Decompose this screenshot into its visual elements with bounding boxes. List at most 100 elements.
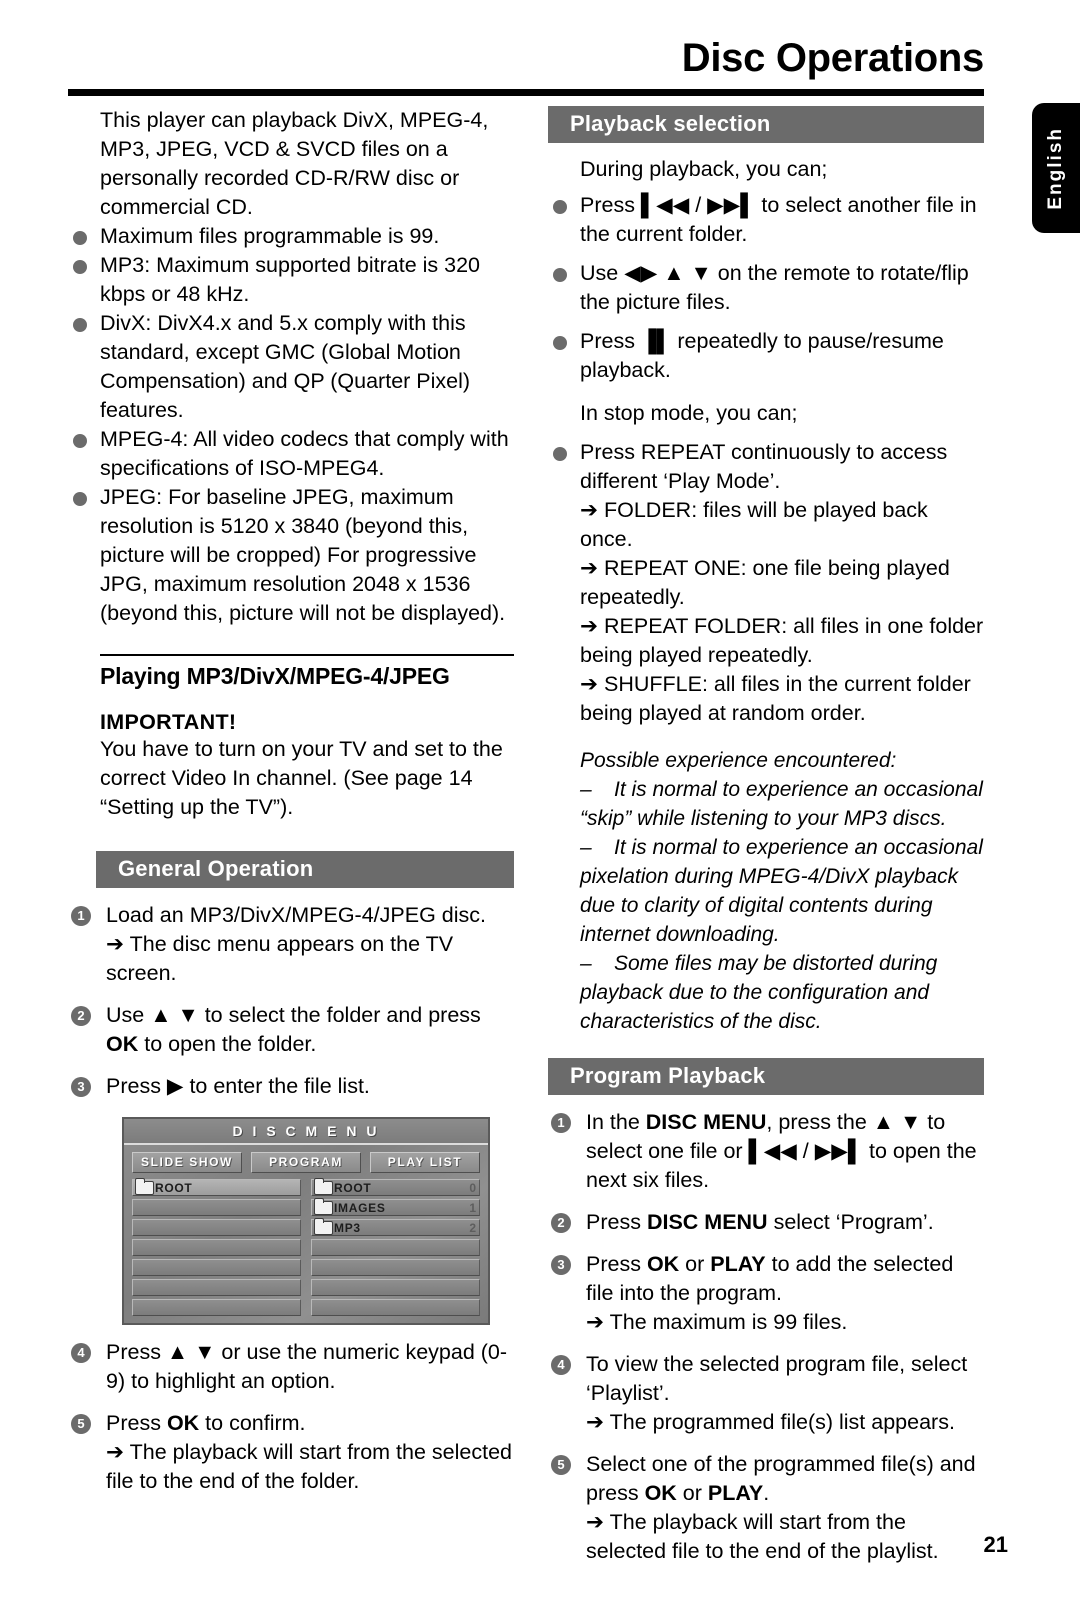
disc-menu-row[interactable] bbox=[132, 1259, 301, 1276]
list-item: 4 Press ▲ ▼ or use the numeric keypad (0… bbox=[68, 1338, 514, 1396]
disc-menu-row[interactable] bbox=[311, 1239, 480, 1256]
list-item: MP3: Maximum supported bitrate is 320 kb… bbox=[68, 251, 514, 309]
disc-menu-row[interactable] bbox=[132, 1219, 301, 1236]
step-text-run: Press ▲ ▼ or use the numeric keypad (0-9… bbox=[106, 1340, 508, 1393]
list-item: Maximum files programmable is 99. bbox=[68, 222, 514, 251]
disc-menu-row-count: 1 bbox=[469, 1200, 476, 1215]
list-item: 2 Press DISC MENU select ‘Program’. bbox=[548, 1208, 984, 1237]
list-item: Use ◀▶ ▲ ▼ on the remote to rotate/flip … bbox=[548, 259, 984, 317]
disc-menu-screenshot: D I S C M E N U SLIDE SHOW PROGRAM PLAY … bbox=[122, 1117, 490, 1325]
disc-menu-button-row: SLIDE SHOW PROGRAM PLAY LIST bbox=[124, 1145, 488, 1173]
program-playback-steps: 1 In the DISC MENU, press the ▲ ▼ to sel… bbox=[548, 1108, 984, 1566]
step-sub-note: ➔ The maximum is 99 files. bbox=[586, 1310, 848, 1334]
possible-experience-item: – Some files may be distorted during play… bbox=[580, 949, 984, 1036]
step-number-badge: 1 bbox=[71, 906, 91, 926]
during-playback-lead: During playback, you can; bbox=[580, 157, 828, 181]
list-item: 1 Load an MP3/DivX/MPEG-4/JPEG disc. ➔ T… bbox=[68, 901, 514, 988]
bullet-dot-icon bbox=[73, 492, 87, 506]
step-number-badge: 4 bbox=[551, 1355, 571, 1375]
disc-menu-row[interactable]: IMAGES 1 bbox=[311, 1197, 480, 1216]
step-text: Press DISC MENU select ‘Program’. bbox=[586, 1210, 934, 1234]
list-item: Press ▌◀◀ / ▶▶▌ to select another file i… bbox=[548, 191, 984, 249]
step-text: Select one of the programmed file(s) and… bbox=[586, 1452, 976, 1505]
disc-menu-row-count: 2 bbox=[469, 1220, 476, 1235]
step-number-badge: 2 bbox=[71, 1006, 91, 1026]
disc-menu-row[interactable] bbox=[132, 1279, 301, 1296]
emphasized-key-label: OK bbox=[166, 1411, 200, 1435]
disc-menu-row-label: MP3 bbox=[334, 1220, 361, 1235]
disc-menu-row[interactable] bbox=[311, 1299, 480, 1316]
step-text: Press OK to confirm. bbox=[106, 1411, 306, 1435]
list-item-label: MP3: Maximum supported bitrate is 320 kb… bbox=[100, 253, 480, 306]
step-text-run: select ‘Program’. bbox=[767, 1210, 934, 1234]
folder-icon bbox=[314, 1217, 333, 1235]
disc-menu-left-pane: ROOT bbox=[132, 1177, 301, 1319]
step-number-badge: 5 bbox=[71, 1414, 91, 1434]
list-item-label: JPEG: For baseline JPEG, maximum resolut… bbox=[100, 485, 506, 625]
step-sub-note: ➔ The playback will start from the selec… bbox=[106, 1440, 512, 1493]
feature-bullet-list: Maximum files programmable is 99. MP3: M… bbox=[68, 222, 514, 628]
section-bar-program-playback: Program Playback bbox=[548, 1058, 984, 1095]
list-item: MPEG-4: All video codecs that comply wit… bbox=[68, 425, 514, 483]
list-item: 2 Use ▲ ▼ to select the folder and press… bbox=[68, 1001, 514, 1059]
disc-menu-row[interactable]: MP3 2 bbox=[311, 1217, 480, 1236]
disc-menu-row[interactable] bbox=[132, 1299, 301, 1316]
section-bar-label: Playback selection bbox=[570, 111, 771, 136]
list-item: 3 Press ▶ to enter the file list. bbox=[68, 1072, 514, 1101]
emphasized-key-label: DISC MENU bbox=[645, 1110, 767, 1134]
disc-menu-row[interactable] bbox=[132, 1199, 301, 1216]
emphasized-key-label: OK bbox=[646, 1252, 680, 1276]
step-text: Press ▶ to enter the file list. bbox=[106, 1074, 370, 1098]
list-item: 5 Select one of the programmed file(s) a… bbox=[548, 1450, 984, 1566]
step-text: Press ▲ ▼ or use the numeric keypad (0-9… bbox=[106, 1340, 507, 1393]
bullet-dot-icon bbox=[73, 318, 87, 332]
disc-menu-row[interactable] bbox=[311, 1259, 480, 1276]
section-bar-general-operation: General Operation bbox=[96, 851, 514, 888]
list-item: DivX: DivX4.x and 5.x comply with this s… bbox=[68, 309, 514, 425]
disc-menu-row-count: 0 bbox=[469, 1180, 476, 1195]
list-item-label: Use ◀▶ ▲ ▼ on the remote to rotate/flip … bbox=[580, 261, 969, 314]
step-number-badge: 2 bbox=[551, 1213, 571, 1233]
play-list-button[interactable]: PLAY LIST bbox=[370, 1152, 480, 1173]
disc-menu-titlebar: D I S C M E N U bbox=[124, 1119, 488, 1145]
bullet-dot-icon bbox=[73, 434, 87, 448]
list-item-label: Press ▌◀◀ / ▶▶▌ to select another file i… bbox=[580, 193, 977, 246]
step-text-run: To view the selected program file, selec… bbox=[586, 1352, 968, 1405]
possible-experience-item: – It is normal to experience an occasiona… bbox=[580, 775, 984, 833]
play-mode-shuffle: ➔ SHUFFLE: all files in the current fold… bbox=[580, 672, 971, 725]
step-text: Use ▲ ▼ to select the folder and press O… bbox=[106, 1003, 481, 1056]
emphasized-key-label: PLAY bbox=[707, 1481, 764, 1505]
important-block: IMPORTANT! You have to turn on your TV a… bbox=[68, 710, 514, 822]
important-text: You have to turn on your TV and set to t… bbox=[100, 737, 503, 819]
disc-menu-row-label: ROOT bbox=[155, 1180, 193, 1195]
header-rule bbox=[68, 89, 984, 96]
program-button[interactable]: PROGRAM bbox=[251, 1152, 361, 1173]
language-tab-label: English bbox=[1045, 126, 1066, 210]
step-text: In the DISC MENU, press the ▲ ▼ to selec… bbox=[586, 1110, 977, 1192]
step-text-run: Press bbox=[586, 1210, 647, 1234]
list-item: 1 In the DISC MENU, press the ▲ ▼ to sel… bbox=[548, 1108, 984, 1195]
disc-menu-row[interactable]: ROOT bbox=[132, 1177, 301, 1196]
step-sub-note: ➔ The programmed file(s) list appears. bbox=[586, 1410, 955, 1434]
list-item-label: MPEG-4: All video codecs that comply wit… bbox=[100, 427, 509, 480]
right-column: Playback selection During playback, you … bbox=[548, 106, 984, 1566]
possible-experience-text: It is normal to experience an occasional… bbox=[580, 778, 983, 830]
disc-menu-row[interactable] bbox=[132, 1239, 301, 1256]
play-mode-repeat-folder: ➔ REPEAT FOLDER: all files in one folder… bbox=[580, 614, 984, 667]
step-text-run: . bbox=[763, 1481, 770, 1505]
disc-menu-row[interactable]: ROOT 0 bbox=[311, 1177, 480, 1196]
play-mode-repeat-one: ➔ REPEAT ONE: one file being played repe… bbox=[580, 556, 950, 609]
slide-show-button[interactable]: SLIDE SHOW bbox=[132, 1152, 242, 1173]
general-operation-steps-bottom: 4 Press ▲ ▼ or use the numeric keypad (0… bbox=[68, 1338, 514, 1496]
step-text-run: Use ▲ ▼ to select the folder and press bbox=[106, 1003, 481, 1027]
list-item: 4 To view the selected program file, sel… bbox=[548, 1350, 984, 1437]
step-text-run: In the bbox=[586, 1110, 646, 1134]
bullet-dot-icon bbox=[73, 231, 87, 245]
possible-experience-block: Possible experience encountered: – It is … bbox=[548, 746, 984, 1036]
play-mode-folder: ➔ FOLDER: files will be played back once… bbox=[580, 498, 928, 551]
step-text-run: or bbox=[676, 1481, 708, 1505]
disc-menu-row[interactable] bbox=[311, 1279, 480, 1296]
list-item-label: Press REPEAT continuously to access diff… bbox=[580, 440, 948, 493]
step-text-run: Press ▶ to enter the file list. bbox=[106, 1074, 370, 1098]
bullet-dot-icon bbox=[553, 200, 567, 214]
